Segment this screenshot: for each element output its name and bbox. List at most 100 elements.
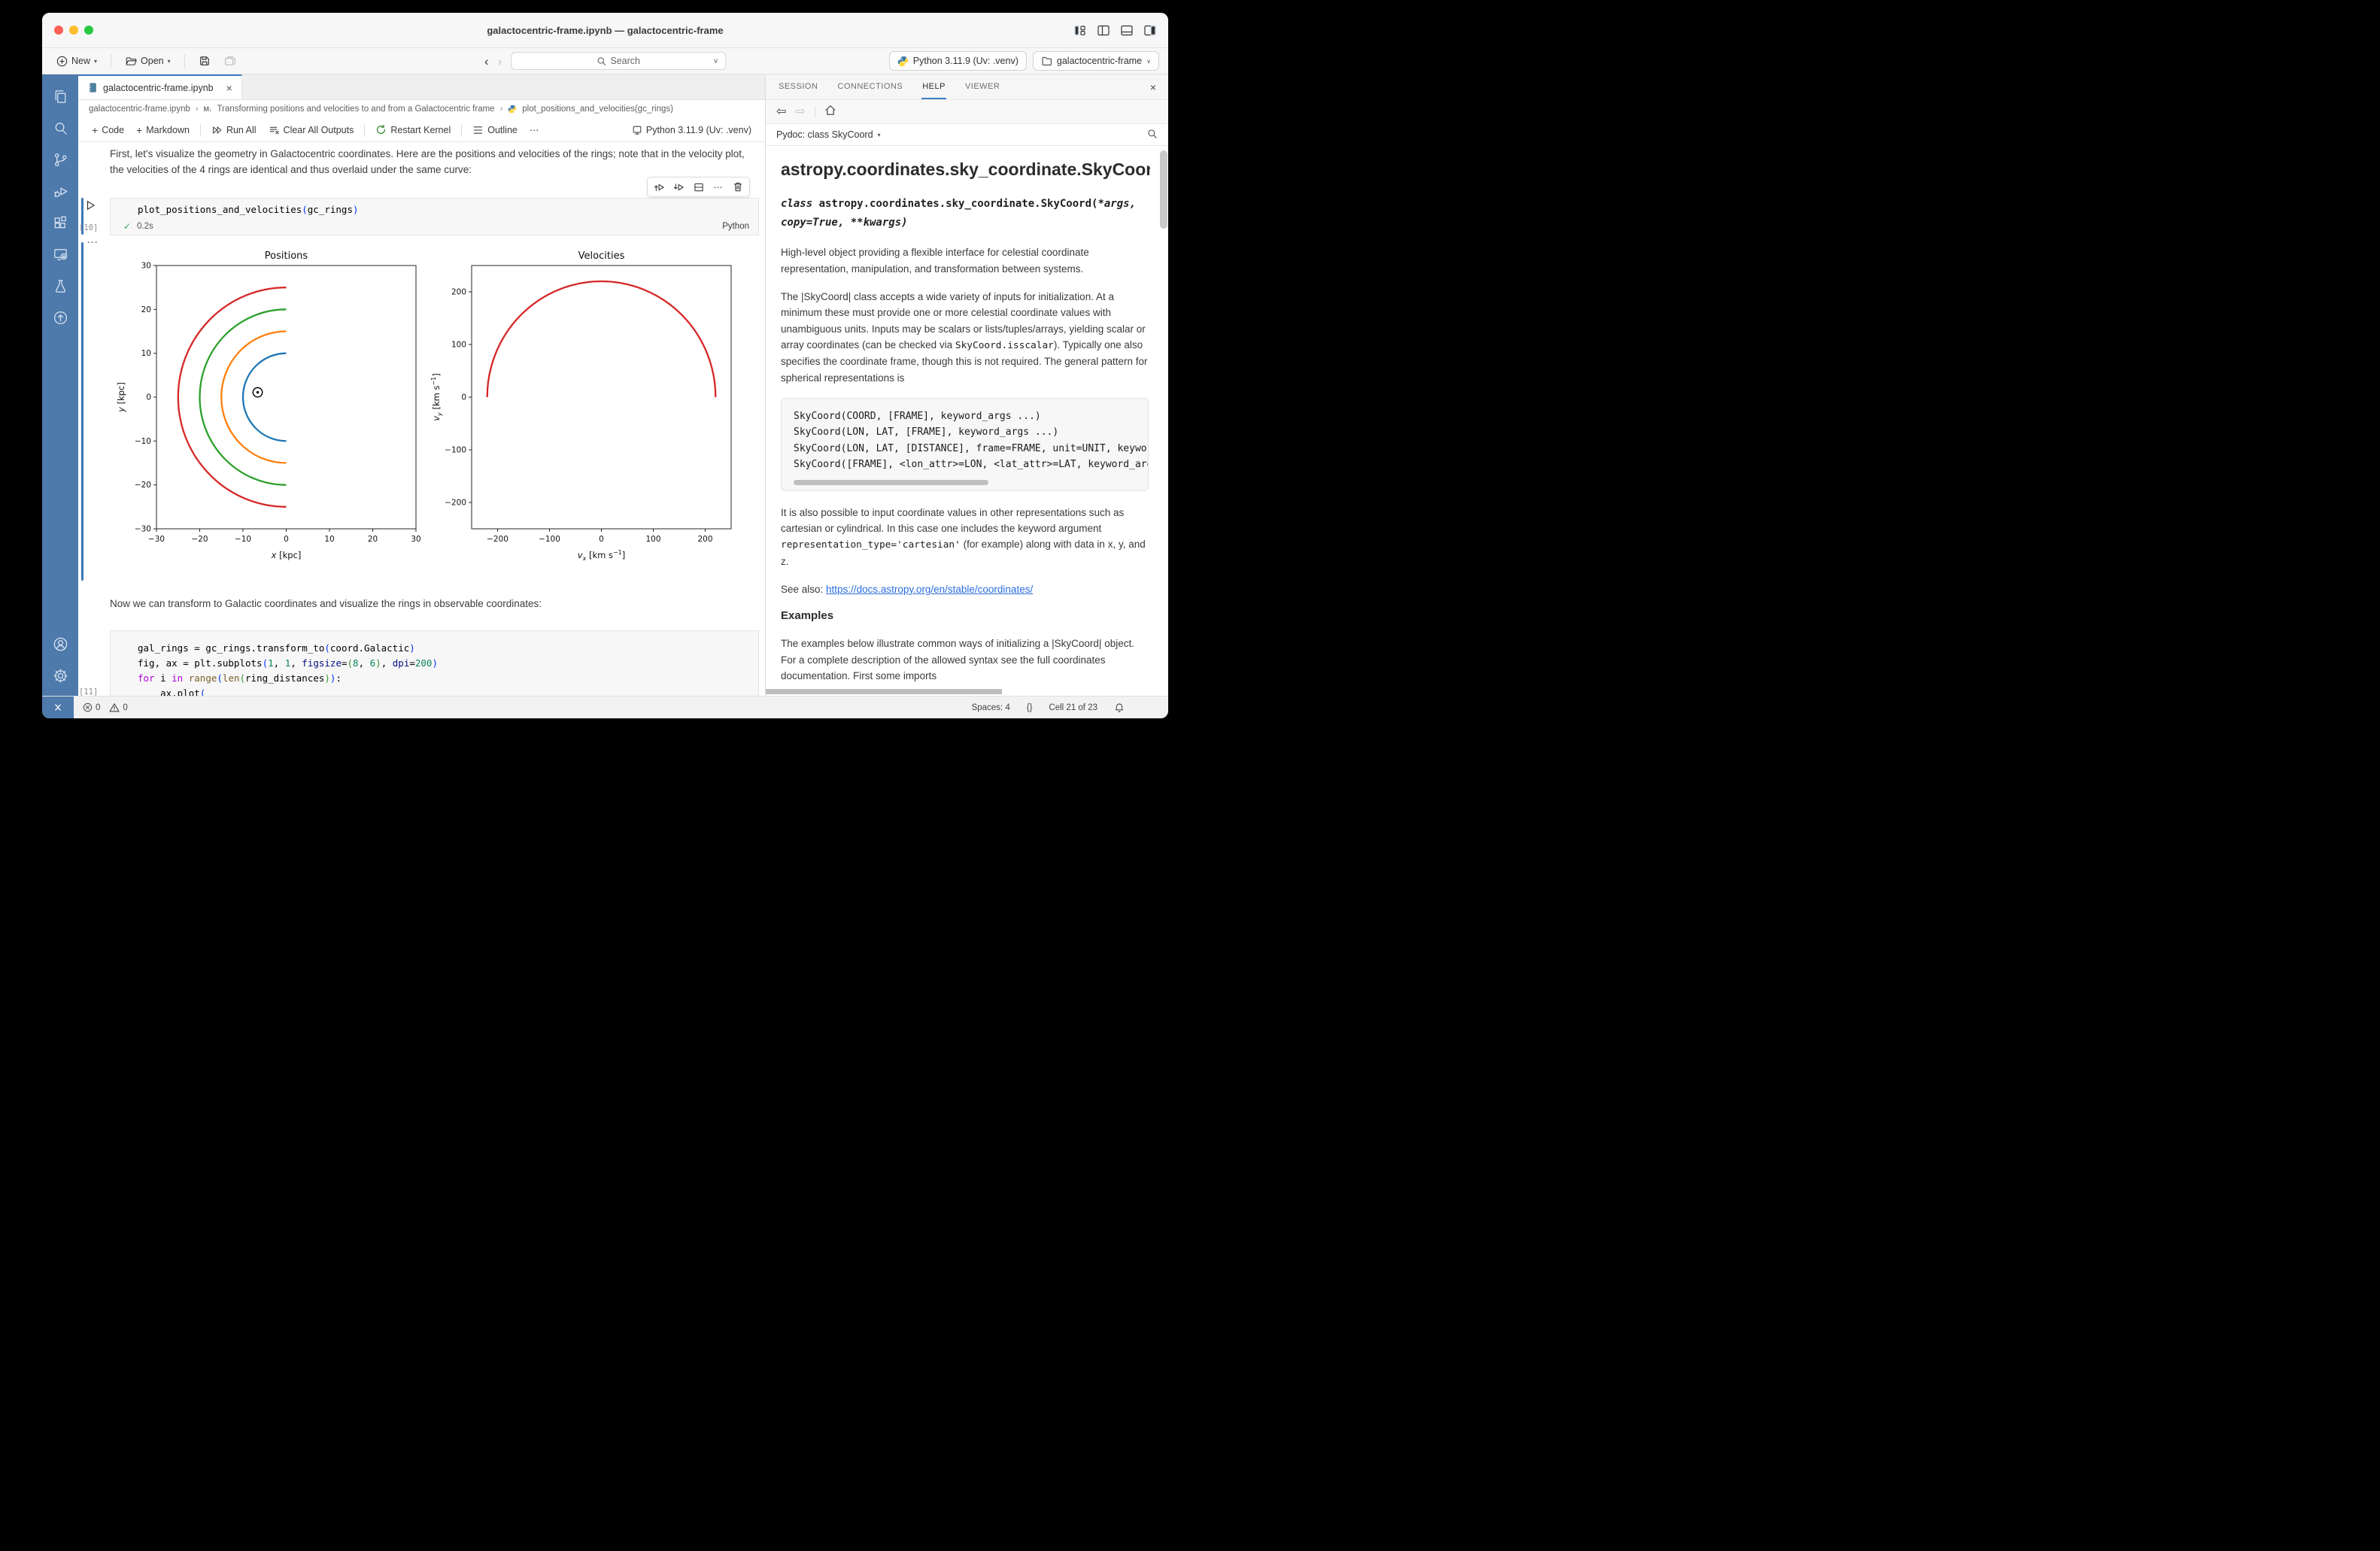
customize-layout-icon[interactable]	[1074, 25, 1086, 36]
svg-text:−100: −100	[445, 445, 466, 454]
account-button[interactable]	[44, 628, 77, 660]
tab-notebook[interactable]: galactocentric-frame.ipynb ×	[78, 74, 242, 99]
divider	[364, 124, 365, 136]
horizontal-scrollbar[interactable]	[794, 480, 988, 485]
search-icon	[597, 56, 606, 66]
output-collapse-dots[interactable]: ···	[87, 237, 99, 247]
settings-button[interactable]	[44, 660, 77, 691]
help-home-button[interactable]	[824, 105, 836, 119]
kernel-picker-button[interactable]: Python 3.11.9 (Uv: .venv)	[626, 120, 757, 140]
cell-code[interactable]: gal_rings = gc_rings.transform_to(coord.…	[111, 631, 758, 696]
more-actions-button[interactable]: ⋯	[524, 120, 545, 140]
restart-kernel-button[interactable]: Restart Kernel	[369, 120, 457, 140]
indentation-status[interactable]: Spaces: 4	[972, 703, 1010, 712]
sidebar-item-publish[interactable]	[44, 302, 77, 333]
caret-down-icon: ▾	[94, 58, 97, 65]
notebook-content[interactable]: First, let's visualize the geometry in G…	[78, 142, 765, 696]
problems-warnings-button[interactable]: 0	[109, 703, 127, 712]
doc-code-block[interactable]: SkyCoord(COORD, [FRAME], keyword_args ..…	[781, 398, 1149, 491]
help-content[interactable]: astropy.coordinates.sky_coordinate.SkyCo…	[766, 146, 1168, 696]
run-cell-button[interactable]	[86, 200, 96, 213]
markdown-cell[interactable]: Now we can transform to Galactic coordin…	[110, 596, 754, 612]
toggle-sidebar-icon[interactable]	[1097, 25, 1110, 36]
doc-paragraph: High-level object providing a flexible i…	[781, 244, 1150, 277]
close-tab-icon[interactable]: ×	[226, 83, 232, 93]
new-button[interactable]: New ▾	[51, 53, 102, 69]
run-above-button[interactable]	[650, 179, 669, 196]
svg-text:10: 10	[324, 535, 334, 544]
tab-session[interactable]: SESSION	[778, 74, 818, 99]
help-search-button[interactable]	[1147, 129, 1158, 141]
svg-text:−100: −100	[539, 535, 560, 544]
run-all-button[interactable]: Run All	[205, 120, 263, 140]
open-label: Open	[141, 56, 164, 66]
code-cell[interactable]: [11] gal_rings = gc_rings.transform_to(c…	[110, 630, 759, 696]
add-markdown-cell-button[interactable]: +Markdown	[130, 120, 196, 140]
save-all-icon	[224, 55, 236, 67]
notifications-bell-button[interactable]	[1114, 702, 1125, 713]
cell-position-status[interactable]: Cell 21 of 23	[1049, 703, 1097, 712]
remote-indicator-button[interactable]	[42, 697, 74, 718]
sidebar-item-search[interactable]	[44, 112, 77, 144]
markdown-cell[interactable]: First, let's visualize the geometry in G…	[110, 147, 754, 178]
cell-language[interactable]: Python	[722, 222, 749, 231]
toggle-secondary-sidebar-icon[interactable]	[1144, 25, 1156, 36]
pydoc-label: Pydoc: class SkyCoord	[776, 129, 873, 140]
doc-link[interactable]: https://docs.astropy.org/en/stable/coord…	[826, 584, 1033, 595]
doc-paragraph: It is also possible to input coordinate …	[781, 505, 1150, 569]
breadcrumb-section[interactable]: Transforming positions and velocities to…	[217, 105, 495, 114]
history-forward-button[interactable]: ›	[498, 55, 502, 68]
save-button[interactable]	[193, 53, 216, 69]
language-braces-status[interactable]: {}	[1027, 703, 1033, 712]
examples-heading: Examples	[781, 609, 1150, 622]
save-all-button[interactable]	[219, 53, 241, 69]
extensions-icon	[52, 214, 69, 232]
close-window-button[interactable]	[54, 26, 63, 35]
toggle-panel-icon[interactable]	[1121, 25, 1133, 36]
tab-help[interactable]: HELP	[921, 74, 946, 99]
search-input[interactable]: Search ∨	[511, 52, 726, 70]
plus-icon: +	[136, 125, 142, 135]
help-forward-button[interactable]: ⇨	[795, 106, 805, 118]
more-cell-actions-button[interactable]: ⋯	[709, 179, 727, 196]
activity-bar	[42, 74, 78, 696]
add-code-cell-button[interactable]: +Code	[86, 120, 130, 140]
svg-text:−20: −20	[191, 535, 208, 544]
svg-text:y [kpc]: y [kpc]	[116, 382, 126, 413]
titlebar: galactocentric-frame.ipynb — galactocent…	[42, 13, 1168, 47]
cell-code[interactable]: plot_positions_and_velocities(gc_rings)	[111, 199, 758, 219]
delete-cell-button[interactable]	[728, 179, 747, 196]
breadcrumb-file[interactable]: galactocentric-frame.ipynb	[89, 105, 190, 114]
sidebar-item-run-debug[interactable]	[44, 175, 77, 207]
sidebar-item-testing[interactable]	[44, 270, 77, 302]
vertical-scrollbar[interactable]	[1160, 150, 1167, 229]
panel-horizontal-scrollbar[interactable]	[766, 689, 1002, 694]
history-back-button[interactable]: ‹	[484, 55, 489, 68]
sidebar-item-source-control[interactable]	[44, 144, 77, 175]
sidebar-item-remote-explorer[interactable]	[44, 238, 77, 270]
problems-errors-button[interactable]: 0	[83, 703, 100, 712]
tab-label: galactocentric-frame.ipynb	[103, 83, 214, 93]
minimize-window-button[interactable]	[69, 26, 78, 35]
open-button[interactable]: Open ▾	[120, 53, 176, 69]
help-back-button[interactable]: ⇦	[776, 106, 786, 118]
tab-connections[interactable]: CONNECTIONS	[836, 74, 903, 99]
breadcrumb-symbol[interactable]: plot_positions_and_velocities(gc_rings)	[522, 105, 673, 114]
sidebar-item-extensions[interactable]	[44, 207, 77, 238]
sidebar-item-explorer[interactable]	[44, 80, 77, 112]
zoom-window-button[interactable]	[84, 26, 93, 35]
clear-all-outputs-button[interactable]: Clear All Outputs	[263, 120, 360, 140]
split-cell-button[interactable]	[689, 179, 708, 196]
close-panel-icon[interactable]: ×	[1150, 74, 1156, 99]
run-below-button[interactable]	[669, 179, 688, 196]
publish-circle-up-icon	[52, 309, 69, 326]
pydoc-selector[interactable]: Pydoc: class SkyCoord ▾	[766, 124, 1168, 146]
tab-viewer[interactable]: VIEWER	[964, 74, 1000, 99]
beaker-icon	[52, 278, 69, 295]
code-cell[interactable]: [10] plot_positions_and_velocities(gc_ri…	[110, 198, 759, 235]
interpreter-button[interactable]: Python 3.11.9 (Uv: .venv)	[889, 51, 1027, 71]
outline-button[interactable]: Outline	[466, 120, 524, 140]
folder-icon	[1041, 56, 1052, 66]
workspace-button[interactable]: galactocentric-frame ∨	[1033, 51, 1159, 71]
status-bar: 0 0 Spaces: 4 {} Cell 21 of 23	[42, 696, 1168, 718]
